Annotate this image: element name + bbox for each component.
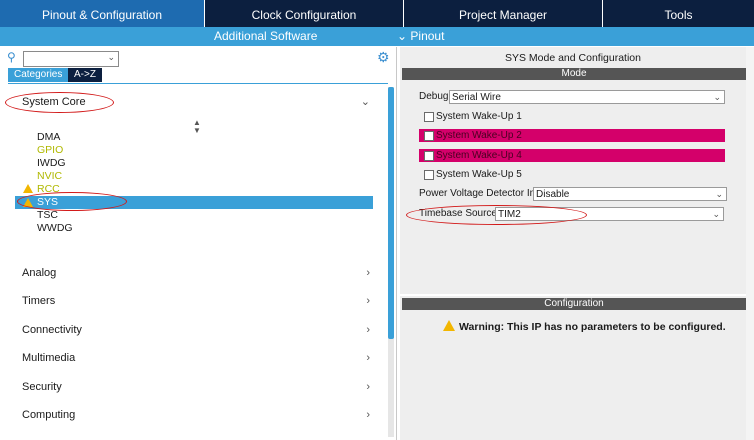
list-item-tsc[interactable]: TSC: [37, 209, 58, 222]
no-parameters-warning: Warning: This IP has no parameters to be…: [459, 321, 726, 333]
gear-icon[interactable]: ⚙: [377, 50, 391, 64]
chevron-right-icon: ›: [366, 352, 370, 364]
debug-select[interactable]: Serial Wire ⌄: [449, 90, 725, 104]
tab-a-z[interactable]: A->Z: [68, 68, 102, 82]
search-icon[interactable]: ⚲: [7, 50, 21, 64]
tab-pinout-configuration[interactable]: Pinout & Configuration: [0, 0, 205, 27]
main-tab-bar: Pinout & Configuration Clock Configurati…: [0, 0, 754, 27]
wakeup-4-row[interactable]: System Wake-Up 4: [419, 149, 725, 162]
pvd-select[interactable]: Disable ⌄: [533, 187, 727, 201]
section-computing[interactable]: Computing ›: [14, 404, 376, 426]
chevron-right-icon: ›: [366, 324, 370, 336]
annotation-ellipse-sys: [17, 192, 127, 211]
chevron-down-icon: ⌄: [397, 29, 408, 43]
section-multimedia[interactable]: Multimedia ›: [14, 347, 376, 369]
tab-clock-configuration[interactable]: Clock Configuration: [205, 0, 404, 27]
list-item-dma[interactable]: DMA: [37, 131, 60, 144]
chevron-down-icon: ⌄: [360, 96, 370, 108]
panel-title: SYS Mode and Configuration: [504, 52, 641, 64]
search-combo[interactable]: ⌄: [23, 51, 119, 67]
sub-tab-bar: Additional Software ⌄ Pinout: [0, 27, 754, 46]
wakeup-4-checkbox[interactable]: [424, 151, 434, 161]
wakeup-2-row[interactable]: System Wake-Up 2: [419, 129, 725, 142]
chevron-down-icon: ⌄: [715, 189, 723, 199]
chevron-right-icon: ›: [366, 267, 370, 279]
right-scrollbar[interactable]: [746, 47, 754, 440]
section-analog[interactable]: Analog ›: [14, 262, 376, 284]
debug-label: Debug: [419, 91, 449, 102]
sort-icon[interactable]: ▲ ▼: [193, 119, 201, 135]
list-item-wwdg[interactable]: WWDG: [37, 222, 73, 235]
additional-software-tab[interactable]: Additional Software: [214, 27, 317, 46]
warning-icon: [23, 184, 33, 193]
section-connectivity[interactable]: Connectivity ›: [14, 319, 376, 341]
wakeup-1-checkbox[interactable]: [424, 112, 434, 122]
pinout-menu[interactable]: ⌄ Pinout: [397, 27, 444, 46]
section-timers[interactable]: Timers ›: [14, 290, 376, 312]
sys-configuration-panel: SYS Mode and Configuration Mode Debug Se…: [400, 47, 754, 440]
chevron-right-icon: ›: [366, 381, 370, 393]
configuration-header: Configuration: [402, 298, 746, 310]
scrollbar-thumb[interactable]: [388, 87, 394, 339]
chevron-down-icon: ⌄: [713, 92, 721, 102]
list-item-nvic[interactable]: NVIC: [37, 170, 62, 183]
wakeup-1-row[interactable]: System Wake-Up 1: [419, 110, 725, 123]
warning-icon: [443, 320, 455, 331]
section-security[interactable]: Security ›: [14, 376, 376, 398]
list-item-gpio[interactable]: GPIO: [37, 144, 63, 157]
chevron-right-icon: ›: [366, 295, 370, 307]
tab-project-manager[interactable]: Project Manager: [404, 0, 603, 27]
wakeup-5-row[interactable]: System Wake-Up 5: [419, 168, 725, 181]
configuration-area: [400, 296, 746, 440]
tab-tools[interactable]: Tools: [603, 0, 754, 27]
pvd-label: Power Voltage Detector In: [419, 188, 536, 199]
chevron-down-icon: ⌄: [107, 52, 115, 62]
category-panel: ⚲ ⌄ ⚙ Categories A->Z System Core ⌄ ▲ ▼ D…: [0, 47, 397, 440]
wakeup-5-checkbox[interactable]: [424, 170, 434, 180]
annotation-ellipse-timebase: [406, 205, 587, 225]
annotation-ellipse-system-core: [5, 92, 114, 113]
tab-categories[interactable]: Categories: [8, 68, 69, 82]
list-item-iwdg[interactable]: IWDG: [37, 157, 66, 170]
chevron-right-icon: ›: [366, 409, 370, 421]
chevron-down-icon: ⌄: [712, 209, 720, 219]
wakeup-2-checkbox[interactable]: [424, 131, 434, 141]
mode-header: Mode: [402, 68, 746, 80]
divider: [8, 83, 388, 84]
